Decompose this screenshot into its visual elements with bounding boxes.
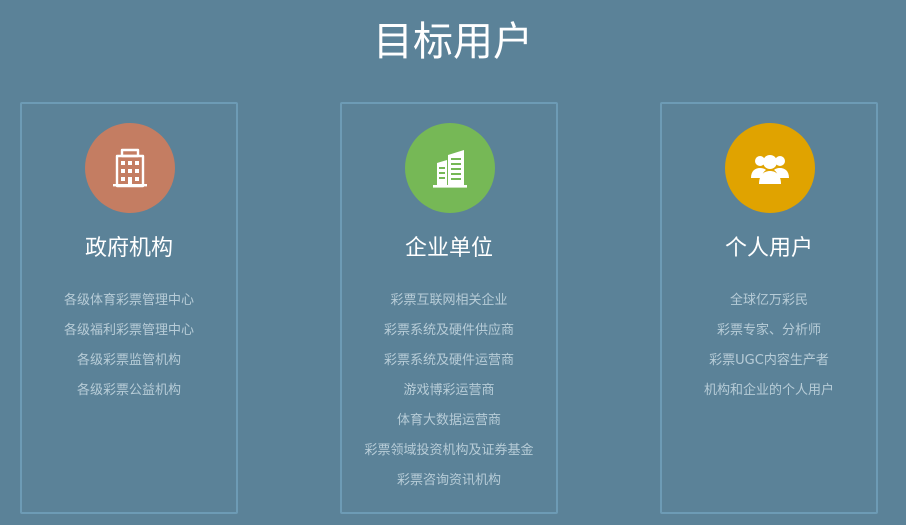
government-icon-badge [85, 123, 175, 213]
card-title: 企业单位 [404, 236, 493, 261]
list-item: 彩票专家、分析师 [716, 323, 821, 338]
card-title: 个人用户 [724, 236, 813, 261]
list-item: 各级彩票公益机构 [76, 383, 181, 398]
individual-icon-badge [725, 123, 815, 213]
list-item: 各级彩票监管机构 [76, 353, 181, 368]
list-item: 彩票咨询资讯机构 [396, 473, 501, 488]
card-item-list: 全球亿万彩民 彩票专家、分析师 彩票UGC内容生产者 机构和企业的个人用户 [662, 286, 876, 406]
list-item: 彩票系统及硬件运营商 [383, 353, 514, 368]
list-item: 彩票互联网相关企业 [390, 293, 508, 308]
card-individual: 个人用户 全球亿万彩民 彩票专家、分析师 彩票UGC内容生产者 机构和企业的个人… [660, 102, 878, 514]
list-item: 游戏博彩运营商 [403, 383, 495, 398]
list-item: 各级体育彩票管理中心 [63, 293, 194, 308]
list-item: 彩票UGC内容生产者 [709, 353, 829, 368]
list-item: 彩票领域投资机构及证券基金 [364, 443, 534, 458]
list-item: 机构和企业的个人用户 [703, 383, 834, 398]
enterprise-icon-badge [405, 123, 495, 213]
list-item: 彩票系统及硬件供应商 [383, 323, 514, 338]
building-icon [113, 148, 147, 188]
card-item-list: 各级体育彩票管理中心 各级福利彩票管理中心 各级彩票监管机构 各级彩票公益机构 [22, 286, 236, 406]
users-icon [751, 155, 789, 184]
card-government: 政府机构 各级体育彩票管理中心 各级福利彩票管理中心 各级彩票监管机构 各级彩票… [20, 102, 238, 514]
page-title: 目标用户 [373, 19, 533, 65]
office-buildings-icon [433, 150, 467, 188]
list-item: 全球亿万彩民 [729, 293, 808, 308]
card-enterprise: 企业单位 彩票互联网相关企业 彩票系统及硬件供应商 彩票系统及硬件运营商 游戏博… [340, 102, 558, 514]
card-item-list: 彩票互联网相关企业 彩票系统及硬件供应商 彩票系统及硬件运营商 游戏博彩运营商 … [342, 286, 556, 496]
list-item: 体育大数据运营商 [396, 413, 501, 428]
card-title: 政府机构 [84, 236, 173, 261]
list-item: 各级福利彩票管理中心 [63, 323, 194, 338]
